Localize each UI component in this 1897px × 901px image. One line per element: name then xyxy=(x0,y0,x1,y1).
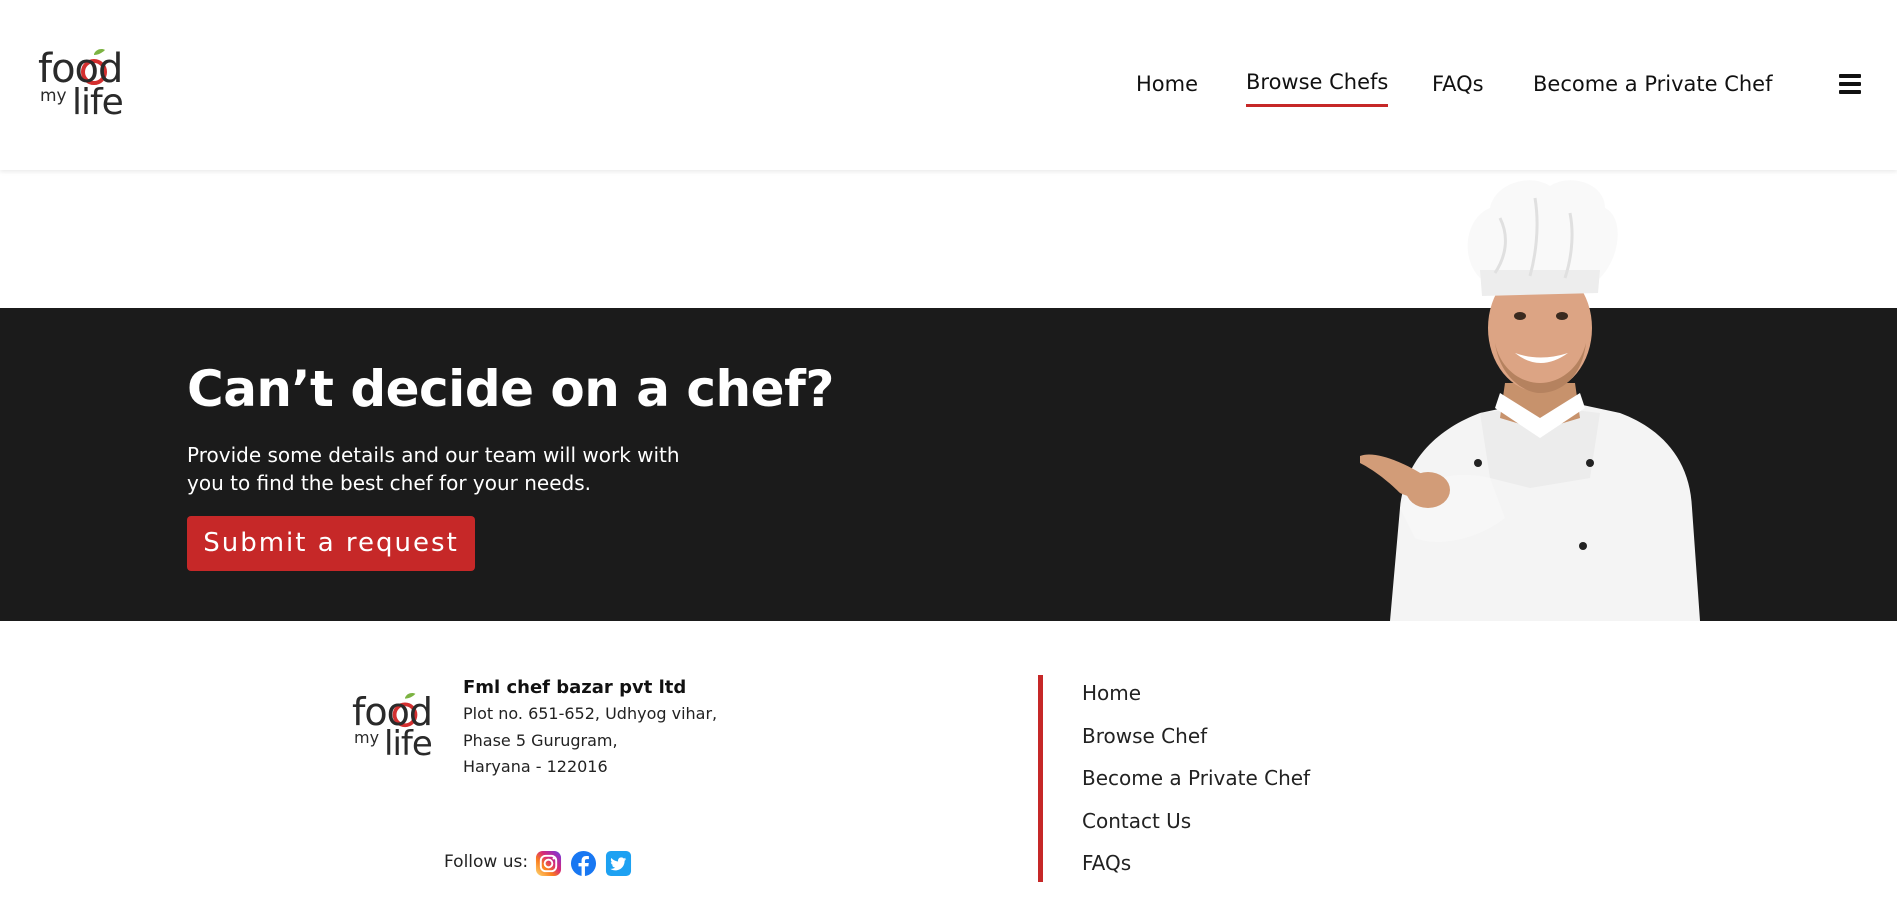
banner-description-line-1: Provide some details and our team will w… xyxy=(187,443,680,467)
nav-become-private-chef[interactable]: Become a Private Chef xyxy=(1533,72,1773,96)
main-nav: Home Browse Chefs FAQs Become a Private … xyxy=(0,0,1897,170)
follow-us-label: Follow us: xyxy=(444,852,529,872)
nav-faqs[interactable]: FAQs xyxy=(1432,72,1484,96)
address-line-2: Phase 5 Gurugram, xyxy=(463,731,618,750)
facebook-icon[interactable] xyxy=(570,850,597,877)
footer-link-browse-chef[interactable]: Browse Chef xyxy=(1082,724,1207,748)
twitter-icon[interactable] xyxy=(605,850,632,877)
active-nav-underline xyxy=(1246,104,1389,107)
nav-browse-chefs-label: Browse Chefs xyxy=(1246,70,1389,94)
footer-logo[interactable]: food my life xyxy=(352,690,448,766)
instagram-icon[interactable] xyxy=(535,850,562,877)
chef-image xyxy=(1360,180,1700,621)
footer-link-home[interactable]: Home xyxy=(1082,681,1141,705)
site-header: food my life Home Browse Chefs FAQs Beco… xyxy=(0,0,1897,170)
address-line-1: Plot no. 651-652, Udhyog vihar, xyxy=(463,704,718,723)
hamburger-menu-icon[interactable] xyxy=(1839,74,1861,94)
nav-home[interactable]: Home xyxy=(1136,72,1198,96)
company-name: Fml chef bazar pvt ltd xyxy=(463,677,687,698)
footer-divider xyxy=(1038,675,1043,882)
banner-description-line-2: you to find the best chef for your needs… xyxy=(187,471,591,495)
nav-browse-chefs[interactable]: Browse Chefs xyxy=(1246,70,1389,107)
footer-link-contact-us[interactable]: Contact Us xyxy=(1082,809,1191,833)
footer-link-faqs[interactable]: FAQs xyxy=(1082,851,1131,875)
banner-title: Can’t decide on a chef? xyxy=(187,360,834,418)
banner-description: Provide some details and our team will w… xyxy=(187,441,707,497)
submit-request-button[interactable]: Submit a request xyxy=(187,516,475,571)
logo-life-text: life xyxy=(384,724,433,764)
footer-link-become-private-chef[interactable]: Become a Private Chef xyxy=(1082,766,1310,790)
logo-my-text: my xyxy=(354,728,380,747)
address-line-3: Haryana - 122016 xyxy=(463,757,608,776)
